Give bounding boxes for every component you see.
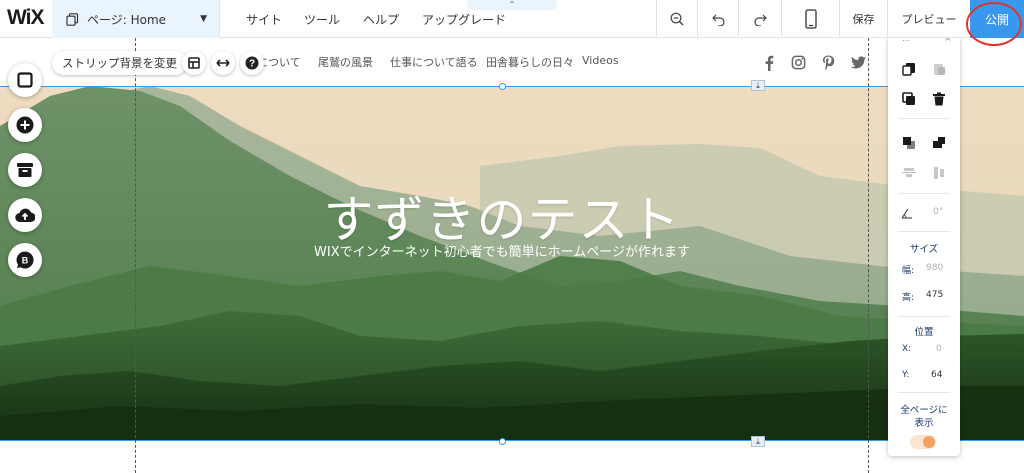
site-nav-item-videos[interactable]: Videos xyxy=(582,54,619,72)
bottom-resize-handle[interactable] xyxy=(499,438,506,445)
stretch-arrows-icon xyxy=(216,59,230,67)
site-nav-item-work[interactable]: 仕事について語る xyxy=(390,54,478,72)
page-bg-icon xyxy=(17,72,33,88)
menu-tools[interactable]: ツール xyxy=(304,0,340,38)
mobile-view-button[interactable] xyxy=(781,0,839,38)
site-nav-item-country-life[interactable]: 田舎暮らしの日々 xyxy=(486,54,574,72)
properties-panel: ⋯ × 0° サイズ 幅: 980 高: 475 位置 X: 0 Y: 64 全… xyxy=(888,34,960,456)
send-backward-icon[interactable] xyxy=(932,136,946,150)
x-value[interactable]: 0 xyxy=(936,344,942,354)
strip-layout-button[interactable] xyxy=(182,51,206,75)
wix-logo[interactable]: WiX xyxy=(7,6,44,30)
size-title: サイズ xyxy=(909,244,939,255)
layout-icon xyxy=(188,57,200,69)
right-guide-line xyxy=(868,38,869,473)
redo-icon xyxy=(753,14,767,26)
collapse-topbar-button[interactable]: ⌃ xyxy=(467,0,557,10)
preview-button[interactable]: プレビュー xyxy=(887,0,970,38)
pages-icon xyxy=(66,12,79,26)
position-title: 位置 xyxy=(914,327,934,338)
upload-icon xyxy=(15,208,35,223)
y-label: Y: xyxy=(902,370,910,380)
height-value[interactable]: 475 xyxy=(926,290,943,300)
x-label: X: xyxy=(902,344,912,354)
store-icon xyxy=(17,163,33,177)
copy-icon[interactable] xyxy=(902,62,916,76)
chevron-down-icon: ▼ xyxy=(200,14,207,24)
help-button[interactable]: ? xyxy=(240,51,264,75)
blog-button[interactable]: B xyxy=(8,243,42,277)
show-all-pages-label-line1: 全ページに xyxy=(900,405,948,416)
page-selector-label: ページ: Home xyxy=(87,12,167,27)
paste-icon[interactable] xyxy=(932,62,946,76)
width-label: 幅: xyxy=(902,266,915,276)
svg-text:?: ? xyxy=(249,59,255,70)
strip-anchor-bottom-icon[interactable]: ⤓ xyxy=(751,436,765,447)
hero-subtitle[interactable]: WIXでインターネット初心者でも簡単にホームページが作れます xyxy=(0,241,1004,260)
mobile-icon xyxy=(804,9,817,29)
menu-help[interactable]: ヘルプ xyxy=(363,0,399,38)
change-strip-background-button[interactable]: ストリップ背景を変更 xyxy=(52,51,187,75)
rotate-angle-icon xyxy=(901,208,912,219)
add-element-button[interactable] xyxy=(8,108,42,142)
zoom-out-icon xyxy=(670,12,684,26)
width-value[interactable]: 980 xyxy=(926,263,943,273)
duplicate-icon[interactable] xyxy=(902,92,916,106)
hero-strip[interactable] xyxy=(0,86,1024,441)
pinterest-icon[interactable] xyxy=(822,55,835,70)
zoom-button[interactable] xyxy=(656,0,697,38)
undo-button[interactable] xyxy=(697,0,738,38)
site-nav-item-owase[interactable]: 尾鷲の風景 xyxy=(318,54,373,72)
top-resize-handle[interactable] xyxy=(499,83,506,90)
upload-media-button[interactable] xyxy=(8,198,42,232)
publish-button[interactable]: 公開 xyxy=(970,0,1024,38)
help-icon: ? xyxy=(245,56,259,70)
redo-button[interactable] xyxy=(738,0,781,38)
bring-forward-icon[interactable] xyxy=(902,136,916,150)
page-selector[interactable]: ページ: Home ▼ xyxy=(52,0,220,38)
blog-icon: B xyxy=(16,251,34,269)
align-icon[interactable] xyxy=(902,166,916,180)
left-guide-line xyxy=(135,38,136,473)
app-market-button[interactable] xyxy=(8,153,42,187)
undo-icon xyxy=(711,14,725,26)
save-button[interactable]: 保存 xyxy=(839,0,887,38)
strip-anchor-top-icon[interactable]: ⤓ xyxy=(751,80,765,91)
mountain-background-image xyxy=(0,86,1024,441)
show-all-pages-toggle[interactable] xyxy=(910,435,936,449)
rotation-value[interactable]: 0° xyxy=(933,207,943,217)
page-background-button[interactable] xyxy=(8,63,42,97)
twitter-icon[interactable] xyxy=(851,56,866,69)
add-icon xyxy=(16,116,34,134)
menu-site[interactable]: サイト xyxy=(246,0,282,38)
stretch-button[interactable] xyxy=(211,51,235,75)
delete-icon[interactable] xyxy=(932,92,946,106)
distribute-icon[interactable] xyxy=(932,166,946,180)
facebook-icon[interactable] xyxy=(763,55,775,71)
height-label: 高: xyxy=(902,293,915,303)
show-all-pages-label-line2: 表示 xyxy=(914,418,934,429)
toggle-knob xyxy=(923,436,935,448)
svg-text:B: B xyxy=(22,256,29,266)
instagram-icon[interactable] xyxy=(791,55,806,70)
y-value[interactable]: 64 xyxy=(931,370,942,380)
